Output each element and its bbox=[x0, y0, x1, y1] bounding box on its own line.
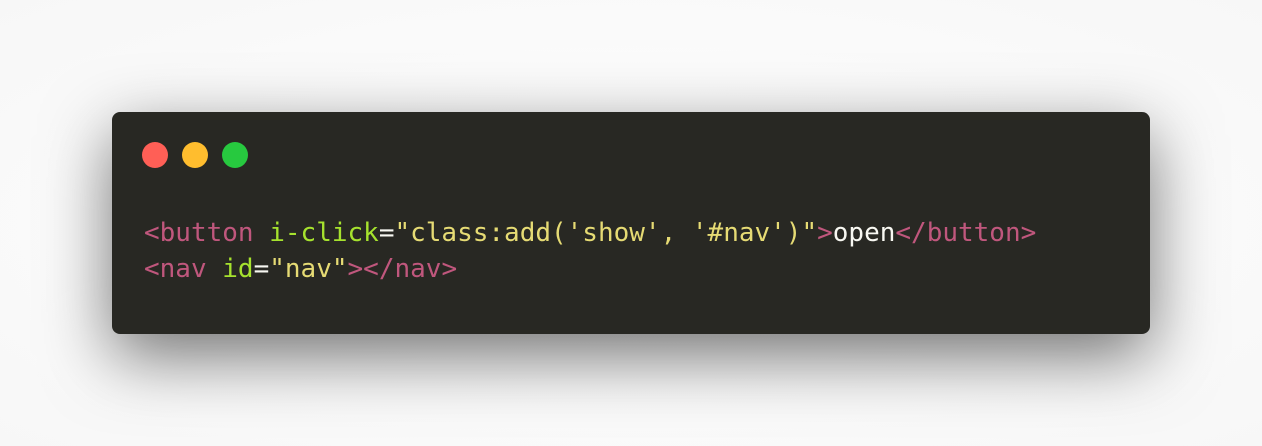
minimize-dot-icon[interactable] bbox=[182, 142, 208, 168]
code-window: <button i-click="class:add('show', '#nav… bbox=[112, 112, 1150, 334]
background: <button i-click="class:add('show', '#nav… bbox=[0, 0, 1262, 446]
code-line-2: <nav id="nav"></nav> bbox=[144, 251, 1036, 287]
code-token: </button> bbox=[895, 218, 1037, 248]
close-dot-icon[interactable] bbox=[142, 142, 168, 168]
maximize-dot-icon[interactable] bbox=[222, 142, 248, 168]
code-token: <nav bbox=[144, 254, 207, 284]
code-token: <button bbox=[144, 218, 254, 248]
code-token: id bbox=[222, 254, 254, 284]
code-block: <button i-click="class:add('show', '#nav… bbox=[144, 215, 1036, 287]
code-token: "nav" bbox=[269, 254, 348, 284]
code-line-1: <button i-click="class:add('show', '#nav… bbox=[144, 215, 1036, 251]
code-token: = bbox=[253, 254, 270, 284]
code-token: i-click bbox=[269, 218, 379, 248]
code-token: open bbox=[832, 218, 896, 248]
code-token: = bbox=[378, 218, 395, 248]
code-token: > bbox=[817, 218, 833, 248]
code-token: ></nav> bbox=[347, 254, 458, 284]
code-token: "class:add('show', '#nav')" bbox=[394, 218, 818, 248]
window-controls bbox=[142, 142, 248, 168]
